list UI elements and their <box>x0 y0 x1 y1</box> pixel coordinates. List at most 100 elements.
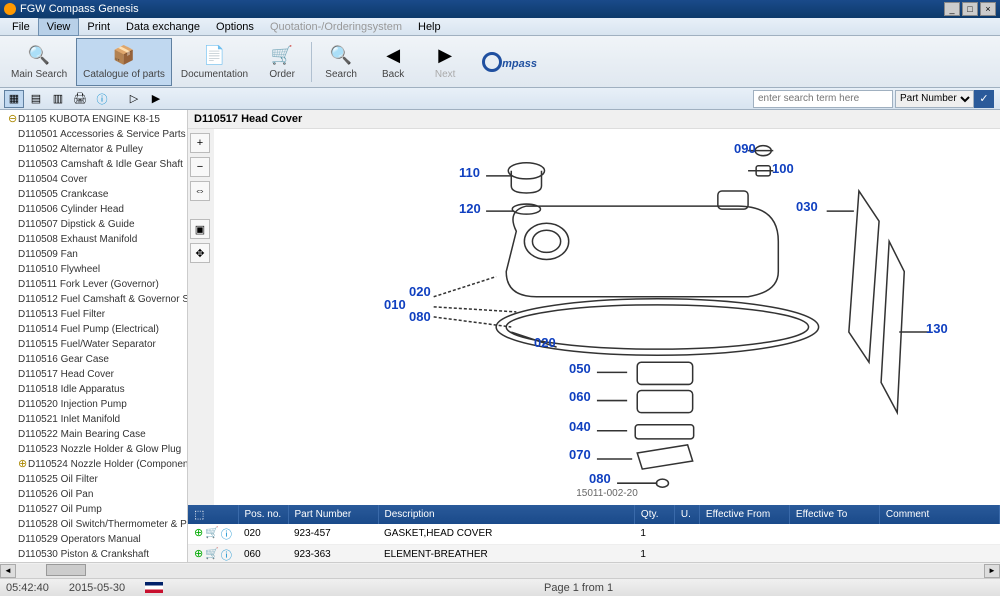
tree-item[interactable]: D110507 Dipstick & Guide <box>4 217 185 232</box>
minimize-button[interactable]: _ <box>944 2 960 16</box>
diagram-id: 15011-002-20 <box>576 488 638 499</box>
callout: 030 <box>796 199 818 214</box>
status-time: 05:42:40 <box>6 582 49 594</box>
tree-item[interactable]: D110530 Piston & Crankshaft <box>4 547 185 562</box>
cart-icon[interactable]: 🛒 <box>205 526 219 542</box>
zoom-region-button[interactable]: ▣ <box>190 219 210 239</box>
col-header[interactable]: Description <box>378 505 634 524</box>
tree-item[interactable]: D110515 Fuel/Water Separator <box>4 337 185 352</box>
tree-item[interactable]: D110511 Fork Lever (Governor) <box>4 277 185 292</box>
next-button[interactable]: ▶Next <box>420 38 470 86</box>
tree-item[interactable]: D110513 Fuel Filter <box>4 307 185 322</box>
info-icon[interactable]: ⓘ <box>221 547 232 562</box>
col-header[interactable]: Effective From <box>699 505 789 524</box>
col-header[interactable]: Comment <box>879 505 999 524</box>
tree-item[interactable]: D110504 Cover <box>4 172 185 187</box>
back-button[interactable]: ◀Back <box>368 38 418 86</box>
col-header[interactable]: Effective To <box>789 505 879 524</box>
add-icon[interactable]: ⊕ <box>194 526 203 542</box>
callout: 090 <box>734 141 756 156</box>
tree-item[interactable]: D110529 Operators Manual <box>4 532 185 547</box>
status-date: 2015-05-30 <box>69 582 125 594</box>
tree-item[interactable]: D110523 Nozzle Holder & Glow Plug <box>4 442 185 457</box>
callout: 100 <box>772 161 794 176</box>
scroll-right-button[interactable]: ► <box>984 564 1000 578</box>
col-header[interactable]: Part Number <box>288 505 378 524</box>
tree-item[interactable]: D110525 Oil Filter <box>4 472 185 487</box>
tree-item[interactable]: D110509 Fan <box>4 247 185 262</box>
documentation-button[interactable]: 📄Documentation <box>174 38 255 86</box>
horizontal-scrollbar[interactable]: ◄ ► <box>0 562 1000 578</box>
view-detail-button[interactable]: ▥ <box>48 90 68 108</box>
tree-item[interactable]: D110508 Exhaust Manifold <box>4 232 185 247</box>
maximize-button[interactable]: □ <box>962 2 978 16</box>
tree-item[interactable]: D110512 Fuel Camshaft & Governor Sl <box>4 292 185 307</box>
order-button[interactable]: 🛒Order <box>257 38 307 86</box>
toolbar: 🔍Main Search📦Catalogue of parts📄Document… <box>0 36 1000 88</box>
tree-item[interactable]: D110514 Fuel Pump (Electrical) <box>4 322 185 337</box>
order-icon: 🛒 <box>270 43 294 67</box>
tree-item[interactable]: D110506 Cylinder Head <box>4 202 185 217</box>
search-go-button[interactable]: ✓ <box>974 90 994 108</box>
info-icon[interactable]: ⓘ <box>221 526 232 542</box>
print-button[interactable]: 🖨 <box>70 90 90 108</box>
zoom-in-button[interactable]: + <box>190 133 210 153</box>
tree-item[interactable]: D110524 Nozzle Holder (Component P <box>4 457 185 472</box>
diagram-canvas[interactable]: 090 100 110 120 030 020 010 080 020 130 … <box>214 129 1000 505</box>
menu-options[interactable]: Options <box>208 19 262 35</box>
menu-dataexchange[interactable]: Data exchange <box>118 19 208 35</box>
app-icon <box>4 3 16 15</box>
content-area: D1105 KUBOTA ENGINE K8-15D110501 Accesso… <box>0 110 1000 562</box>
documentation-icon: 📄 <box>202 43 226 67</box>
tree-item[interactable]: D110505 Crankcase <box>4 187 185 202</box>
menu-print[interactable]: Print <box>79 19 118 35</box>
tree-item[interactable]: D110502 Alternator & Pulley <box>4 142 185 157</box>
zoom-out-button[interactable]: − <box>190 157 210 177</box>
nav-prev-button[interactable]: ▷ <box>124 90 144 108</box>
table-row[interactable]: ⊕🛒ⓘ060923-363ELEMENT-BREATHER1 <box>188 544 1000 562</box>
tree-item[interactable]: D110521 Inlet Manifold <box>4 412 185 427</box>
tree-item[interactable]: D110510 Flywheel <box>4 262 185 277</box>
col-header[interactable]: Qty. <box>634 505 674 524</box>
tree-item[interactable]: D110518 Idle Apparatus <box>4 382 185 397</box>
col-header[interactable]: Pos. no. <box>238 505 288 524</box>
tree-item[interactable]: D110501 Accessories & Service Parts <box>4 127 185 142</box>
search-type-select[interactable]: Part Number <box>895 90 974 108</box>
nav-next-button[interactable]: ▶ <box>146 90 166 108</box>
tree-item[interactable]: D110520 Injection Pump <box>4 397 185 412</box>
tree-item[interactable]: D110503 Camshaft & Idle Gear Shaft <box>4 157 185 172</box>
col-header[interactable]: U. <box>674 505 699 524</box>
menu-help[interactable]: Help <box>410 19 449 35</box>
tree-item[interactable]: D110516 Gear Case <box>4 352 185 367</box>
col-header[interactable]: ⬚ <box>188 505 238 524</box>
callout: 070 <box>569 447 591 462</box>
tree-item[interactable]: D110526 Oil Pan <box>4 487 185 502</box>
table-row[interactable]: ⊕🛒ⓘ020923-457GASKET,HEAD COVER1 <box>188 524 1000 545</box>
menu-file[interactable]: File <box>4 19 38 35</box>
tree-item[interactable]: D110528 Oil Switch/Thermometer & Pi <box>4 517 185 532</box>
tree-root[interactable]: D1105 KUBOTA ENGINE K8-15 <box>4 112 185 127</box>
parts-tree: D1105 KUBOTA ENGINE K8-15D110501 Accesso… <box>0 110 188 562</box>
menu-view[interactable]: View <box>38 18 80 36</box>
tree-item[interactable]: D110522 Main Bearing Case <box>4 427 185 442</box>
scroll-left-button[interactable]: ◄ <box>0 564 16 578</box>
info-button[interactable]: ⓘ <box>92 90 112 108</box>
view-list-button[interactable]: ▦ <box>4 90 24 108</box>
callout: 040 <box>569 419 591 434</box>
cart-icon[interactable]: 🛒 <box>205 547 219 562</box>
add-icon[interactable]: ⊕ <box>194 547 203 562</box>
close-button[interactable]: × <box>980 2 996 16</box>
search-button[interactable]: 🔍Search <box>316 38 366 86</box>
view-grid-button[interactable]: ▤ <box>26 90 46 108</box>
menu-quotationorderingsystem[interactable]: Quotation-/Orderingsystem <box>262 19 410 35</box>
callout: 080 <box>409 309 431 324</box>
tree-item[interactable]: D110527 Oil Pump <box>4 502 185 517</box>
search-icon: 🔍 <box>329 43 353 67</box>
callout: 080 <box>589 471 611 486</box>
catalogue-button[interactable]: 📦Catalogue of parts <box>76 38 172 86</box>
pan-button[interactable]: ✥ <box>190 243 210 263</box>
tree-item[interactable]: D110517 Head Cover <box>4 367 185 382</box>
main-search-button[interactable]: 🔍Main Search <box>4 38 74 86</box>
search-input[interactable] <box>753 90 893 108</box>
zoom-fit-button[interactable]: ⇔ <box>190 181 210 201</box>
